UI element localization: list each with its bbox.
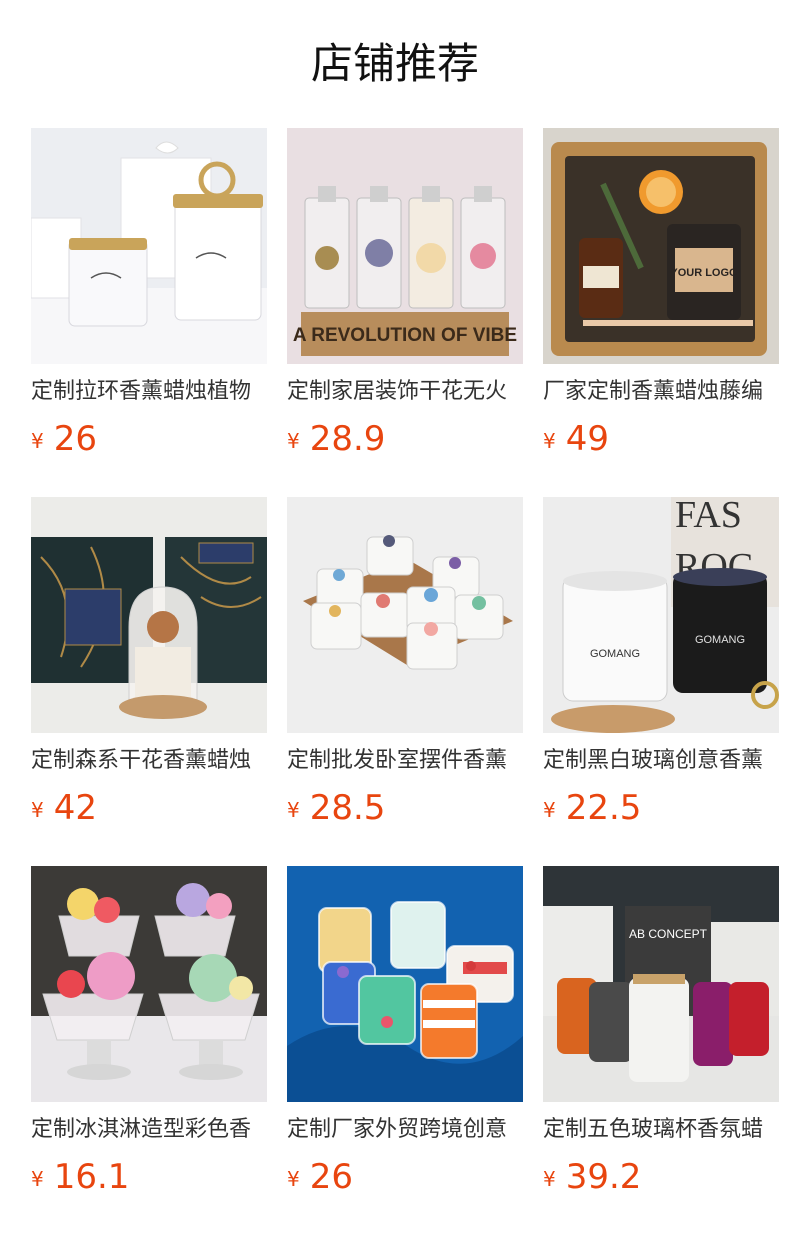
image-caption: A REVOLUTION OF VIBE [293,325,517,346]
price-amount: 26 [53,419,97,459]
product-price: ¥42 [31,786,97,830]
product-price: ¥16.1 [31,1155,129,1199]
product-image[interactable]: YOUR LOGO [543,128,779,364]
image-caption: YOUR LOGO [670,267,738,279]
product-price: ¥49 [543,417,609,461]
product-name[interactable]: 定制拉环香薰蜡烛植物 [31,377,267,407]
product-card[interactable]: AB CONCEPT 定制五色玻璃杯香氛蜡 ¥39.2 [543,866,779,1199]
product-name[interactable]: 定制五色玻璃杯香氛蜡 [543,1115,779,1145]
product-image[interactable] [31,866,267,1102]
product-image[interactable]: A REVOLUTION OF VIBE [287,128,523,364]
price-amount: 16.1 [53,1157,130,1197]
product-price: ¥26 [287,1155,353,1199]
currency-symbol: ¥ [31,1167,44,1191]
product-price: ¥28.9 [287,417,385,461]
image-caption: GOMANG [590,648,640,660]
product-card[interactable]: YOUR LOGO 厂家定制香薰蜡烛藤编 ¥49 [543,128,779,461]
price-amount: 39.2 [565,1157,642,1197]
product-card[interactable]: 定制冰淇淋造型彩色香 ¥16.1 [31,866,267,1199]
product-name[interactable]: 定制家居装饰干花无火 [287,377,523,407]
product-image[interactable] [287,866,523,1102]
product-name[interactable]: 定制森系干花香薰蜡烛 [31,746,267,776]
product-price: ¥39.2 [543,1155,641,1199]
product-card[interactable]: 定制厂家外贸跨境创意 ¥26 [287,866,523,1199]
image-caption: AB CONCEPT [629,927,708,941]
currency-symbol: ¥ [287,1167,300,1191]
svg-text:GOMANG: GOMANG [695,634,745,646]
product-image[interactable] [287,497,523,733]
svg-text:FAS: FAS [675,497,742,536]
shop-recommendation-page: 店铺推荐 定制拉环香薰蜡烛植物 ¥ 26 A REVOLUTION OF VIB… [0,0,790,1236]
currency-symbol: ¥ [543,1167,556,1191]
page-title: 店铺推荐 [310,39,479,88]
currency-symbol: ¥ [287,429,300,453]
currency-symbol: ¥ [543,798,556,822]
product-image[interactable]: FAS ROC GOMANG GOMANG [543,497,779,733]
price-amount: 42 [53,788,97,828]
product-price: ¥26 [31,417,97,461]
price-amount: 28.9 [309,419,386,459]
product-image[interactable] [31,128,267,364]
product-price: ¥22.5 [543,786,641,830]
price-amount: 49 [565,419,609,459]
currency-symbol: ¥ [543,429,556,453]
currency-symbol: ¥ [31,429,44,453]
currency-symbol: ¥ [31,798,44,822]
product-grid: 定制拉环香薰蜡烛植物 ¥26 A REVOLUTION OF VIBE 定制家居… [31,128,790,1208]
product-card[interactable]: 定制森系干花香薰蜡烛 ¥42 [31,497,267,830]
product-name[interactable]: 定制黑白玻璃创意香薰 [543,746,779,776]
price-amount: 22.5 [565,788,642,828]
product-price: ¥28.5 [287,786,385,830]
product-name[interactable]: 定制批发卧室摆件香薰 [287,746,523,776]
price-amount: 28.5 [309,788,386,828]
product-name[interactable]: 厂家定制香薰蜡烛藤编 [543,377,779,407]
product-card[interactable]: 定制批发卧室摆件香薰 ¥28.5 [287,497,523,830]
price-amount: 26 [309,1157,353,1197]
product-name[interactable]: 定制冰淇淋造型彩色香 [31,1115,267,1145]
product-name[interactable]: 定制厂家外贸跨境创意 [287,1115,523,1145]
product-image[interactable]: AB CONCEPT [543,866,779,1102]
currency-symbol: ¥ [287,798,300,822]
product-card[interactable]: 定制拉环香薰蜡烛植物 ¥26 [31,128,267,461]
product-card[interactable]: A REVOLUTION OF VIBE 定制家居装饰干花无火 ¥28.9 [287,128,523,461]
product-card[interactable]: FAS ROC GOMANG GOMANG 定制黑白玻璃创意香薰 ¥22.5 [543,497,779,830]
product-image[interactable] [31,497,267,733]
